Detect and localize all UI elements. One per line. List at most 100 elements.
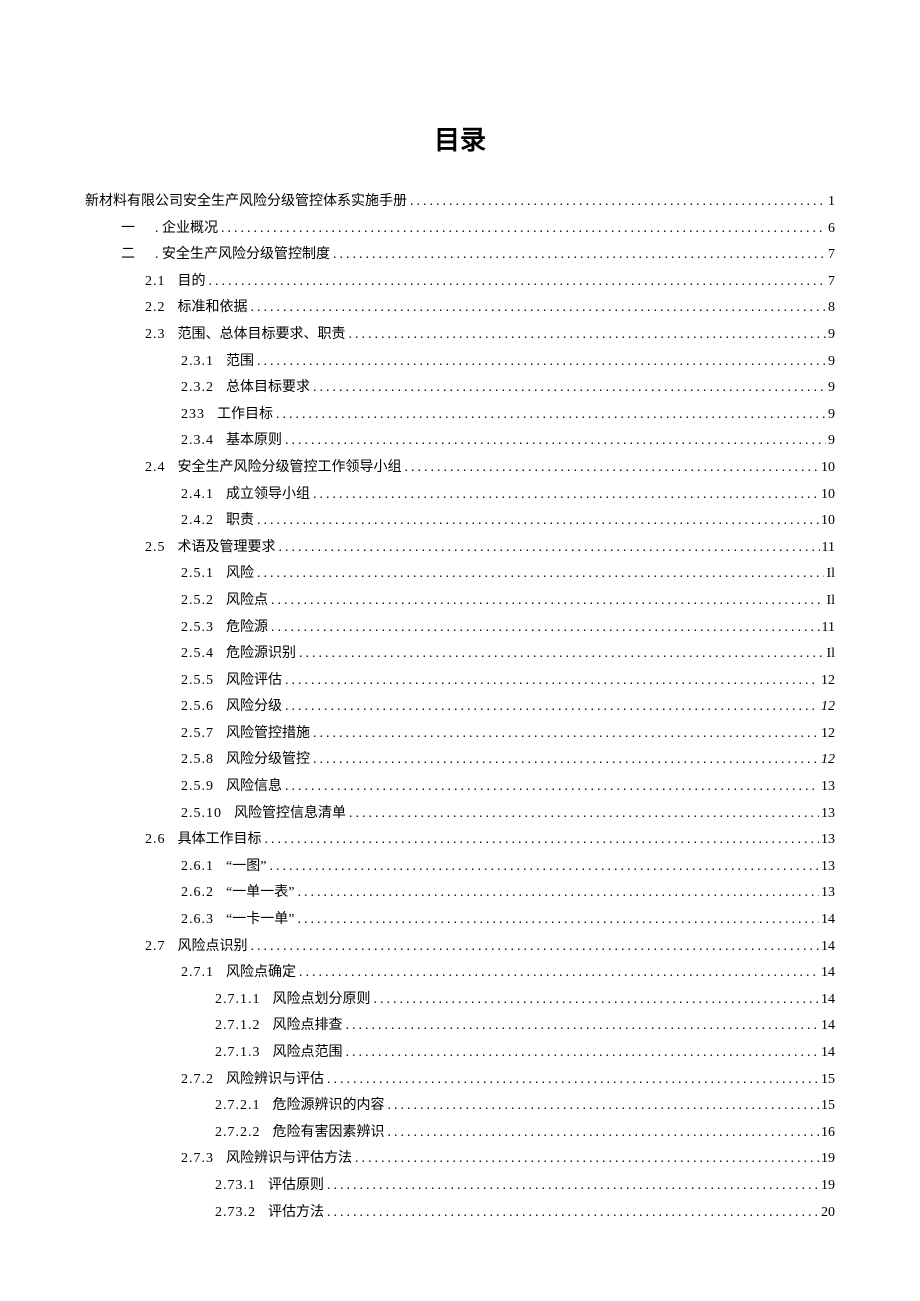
toc-entry[interactable]: 2.2标准和依据8 [85,295,835,322]
toc-entry[interactable]: 2.5.3危险源11 [85,615,835,642]
toc-entry[interactable]: 2.4.2职责10 [85,508,835,535]
toc-entry-page: Il [824,641,835,668]
toc-entry-text: 评估方法 [268,1205,324,1220]
toc-entry-text: 风险辨识与评估 [226,1072,324,1087]
toc-entry-text: 风险点排查 [273,1018,343,1033]
toc-leader-dots [324,1173,819,1200]
toc-entry-number: 233 [181,402,205,429]
toc-entry[interactable]: 一. 企业概况6 [85,216,835,243]
toc-entry-number: 2.4.2 [181,508,214,535]
toc-entry[interactable]: 2.4安全生产风险分级管控工作领导小组10 [85,455,835,482]
toc-entry[interactable]: 2.7.2风险辨识与评估15 [85,1067,835,1094]
toc-entry[interactable]: 2.5.10风险管控信息清单13 [85,801,835,828]
toc-entry[interactable]: 2.5.1风险 Il [85,561,835,588]
toc-entry-text: 职责 [226,513,254,528]
toc-entry-number: 2.3 [145,322,166,349]
toc-entry[interactable]: 2.5.9风险信息13 [85,774,835,801]
toc-entry[interactable]: 2.7.1.1风险点划分原则14 [85,987,835,1014]
toc-leader-dots [254,561,824,588]
toc-entry[interactable]: 2.3.1范围9 [85,349,835,376]
toc-entry[interactable]: 2.5.5风险评估12 [85,668,835,695]
toc-entry-label: 新材料有限公司安全生产风险分级管控体系实施手册 [85,189,407,216]
toc-leader-dots [248,934,820,961]
toc-leader-dots [330,242,826,269]
toc-entry-label: 2.6具体工作目标 [145,827,262,854]
toc-entry-text: 危险源辨识的内容 [273,1098,385,1113]
toc-entry[interactable]: 2.5.4危险源识别Il [85,641,835,668]
toc-leader-dots [206,269,827,296]
toc-entry-page: Il [824,561,835,588]
toc-entry[interactable]: 2.3.4基本原则9 [85,428,835,455]
toc-leader-dots [324,1067,819,1094]
toc-entry[interactable]: 2.73.1评估原则19 [85,1173,835,1200]
toc-entry-label: 2.5.9风险信息 [181,774,282,801]
toc-entry[interactable]: 2.6.1“一图”13 [85,854,835,881]
toc-entry[interactable]: 2.73.2评估方法20 [85,1200,835,1227]
toc-entry-text: 新材料有限公司安全生产风险分级管控体系实施手册 [85,194,407,209]
toc-entry-number: 2.3.2 [181,375,214,402]
toc-entry[interactable]: 2.7.2.2 危险有害因素辨识 16 [85,1120,835,1147]
toc-entry[interactable]: 新材料有限公司安全生产风险分级管控体系实施手册1 [85,189,835,216]
toc-entry-label: 2.7风险点识别 [145,934,248,961]
toc-leader-dots [346,322,827,349]
toc-leader-dots [352,1146,819,1173]
toc-entry-text: 术语及管理要求 [178,540,276,555]
toc-entry-label: 2.7.1风险点确定 [181,960,296,987]
toc-entry[interactable]: 2.7.2.1危险源辨识的内容15 [85,1093,835,1120]
toc-entry-label: 2.5.1风险 [181,561,254,588]
toc-entry[interactable]: 2.6.2“一单一表”13 [85,880,835,907]
toc-leader-dots [294,880,819,907]
toc-entry-page: 14 [819,1013,835,1040]
toc-entry-label: 2.3.4基本原则 [181,428,282,455]
toc-entry[interactable]: 2.3.2总体目标要求9 [85,375,835,402]
toc-entry[interactable]: 2.5.7风险管控措施12 [85,721,835,748]
toc-entry-text: . 企业概况 [155,221,218,236]
toc-entry-number: 2.4 [145,455,166,482]
toc-entry-label: 2.7.2风险辨识与评估 [181,1067,324,1094]
toc-leader-dots [296,960,819,987]
toc-entry-text: 风险点划分原则 [273,992,371,1007]
toc-entry-label: 2.73.2评估方法 [215,1200,324,1227]
toc-entry[interactable]: 2.4.1成立领导小组10 [85,482,835,509]
toc-entry-page: 9 [826,375,835,402]
toc-entry-number: 2.7.1.3 [215,1040,261,1067]
toc-entry[interactable]: 2.6具体工作目标13 [85,827,835,854]
toc-entry[interactable]: 2.5术语及管理要求11 [85,535,835,562]
toc-entry-label: 2.1目的 [145,269,206,296]
toc-leader-dots [276,535,820,562]
toc-entry-text: 危险有害因素辨识 [273,1125,385,1140]
toc-entry-page: 13 [819,801,835,828]
toc-entry-text: 标准和依据 [178,300,248,315]
toc-entry-label: 2.3.1范围 [181,349,254,376]
toc-entry[interactable]: 2.1目的7 [85,269,835,296]
toc-entry[interactable]: 2.6.3“一卡一单”14 [85,907,835,934]
toc-entry[interactable]: 2.5.6风险分级12 [85,694,835,721]
toc-entry-page: 16 [819,1120,835,1147]
toc-entry-text: 风险 [226,566,254,581]
toc-entry-label: 2.6.2“一单一表” [181,880,294,907]
toc-entry[interactable]: 233工作目标9 [85,402,835,429]
toc-leader-dots [310,721,819,748]
toc-entry[interactable]: 二. 安全生产风险分级管控制度7 [85,242,835,269]
toc-entry[interactable]: 2.3范围、总体目标要求、职责9 [85,322,835,349]
toc-entry[interactable]: 2.7.1风险点确定14 [85,960,835,987]
toc-entry-number: 2.7.2.2 [215,1120,261,1147]
toc-entry-number: 2.7.3 [181,1146,214,1173]
toc-entry-label: 2.5.8风险分级管控 [181,747,310,774]
toc-entry[interactable]: 2.7.1.3风险点范围14 [85,1040,835,1067]
toc-entry-number: 2.7.1 [181,960,214,987]
toc-entry-label: 2.4 安全生产风险分级管控工作领导小组 [145,455,402,482]
toc-entry[interactable]: 2.5.8风险分级管控12 [85,747,835,774]
toc-entry-number: 2.5.5 [181,668,214,695]
toc-entry-number: 2.6 [145,827,166,854]
toc-leader-dots [266,854,819,881]
toc-entry-label: 二. 安全生产风险分级管控制度 [121,242,330,269]
toc-entry[interactable]: 2.7风险点识别14 [85,934,835,961]
toc-entry-number: 2.7.2.1 [215,1093,261,1120]
toc-entry[interactable]: 2.7.3风险辨识与评估方法19 [85,1146,835,1173]
toc-entry[interactable]: 2.5.2风险点Il [85,588,835,615]
toc-entry[interactable]: 2.7.1.2风险点排查14 [85,1013,835,1040]
toc-entry-text: “一图” [226,859,266,874]
toc-entry-page: 10 [819,482,835,509]
toc-entry-text: 安全生产风险分级管控工作领导小组 [178,460,402,475]
